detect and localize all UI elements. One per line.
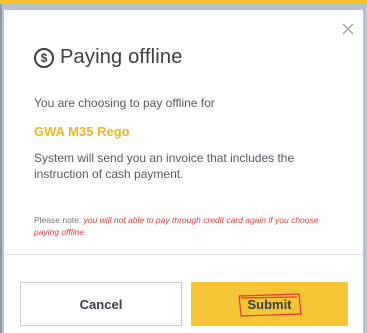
note-label: Please note: — [34, 215, 82, 225]
page-top-bar — [0, 0, 367, 4]
submit-label-wrap: Submit — [238, 292, 303, 317]
dialog-header: $ Paying offline — [34, 46, 183, 69]
dollar-icon: $ — [34, 47, 54, 68]
product-name: GWA M35 Rego — [34, 124, 130, 139]
backdrop — [0, 4, 2, 333]
submit-button[interactable]: Submit — [191, 282, 348, 326]
annotation-scribble — [238, 292, 303, 317]
dollar-symbol: $ — [40, 50, 48, 65]
cancel-label: Cancel — [79, 296, 123, 312]
description-text: System will send you an invoice that inc… — [34, 151, 295, 181]
divider — [4, 254, 363, 255]
cancel-button[interactable]: Cancel — [20, 282, 182, 326]
note-text: Please note: you will not able to pay th… — [34, 214, 344, 238]
intro-text: You are choosing to pay offline for — [34, 96, 215, 110]
close-icon[interactable] — [341, 22, 355, 36]
paying-offline-dialog: $ Paying offline You are choosing to pay… — [4, 10, 363, 333]
dialog-title: Paying offline — [60, 46, 183, 68]
